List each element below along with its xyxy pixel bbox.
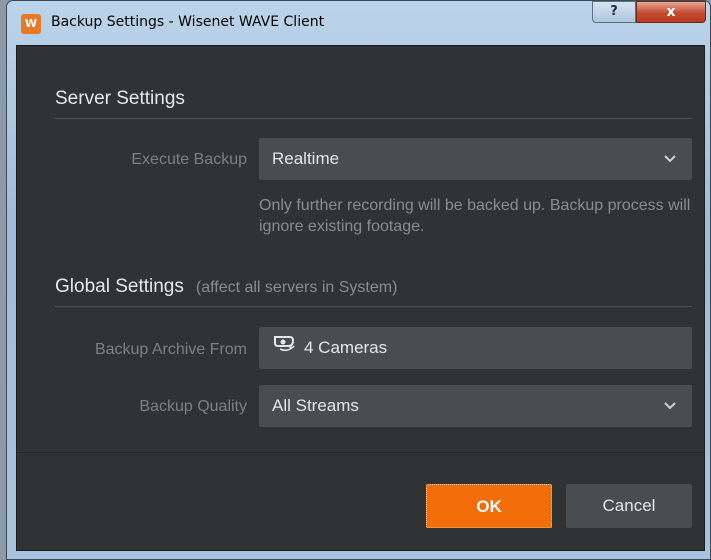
execute-backup-hint: Only further recording will be backed up… [259, 197, 691, 235]
execute-backup-dropdown[interactable]: Realtime [259, 138, 692, 180]
backup-quality-label: Backup Quality [139, 398, 247, 415]
footer-divider [17, 452, 704, 453]
divider [55, 306, 692, 307]
execute-backup-label: Execute Backup [131, 151, 247, 168]
global-settings-heading: Global Settings [55, 276, 184, 297]
backup-archive-from-value: 4 Cameras [304, 338, 388, 357]
dialog-body: Server Settings Execute Backup Realtime … [16, 45, 705, 551]
backup-quality-dropdown[interactable]: All Streams [259, 385, 692, 427]
app-logo-icon: W [21, 14, 41, 34]
divider [55, 118, 692, 119]
server-settings-title: Server Settings [55, 88, 185, 109]
dialog-window: W Backup Settings - Wisenet WAVE Client … [6, 0, 711, 560]
chevron-down-icon [664, 385, 676, 427]
chevron-down-icon [664, 138, 676, 180]
camera-icon [272, 328, 296, 370]
help-button[interactable]: ? [592, 1, 636, 23]
close-button[interactable]: x [636, 1, 706, 23]
global-settings-subtitle: (affect all servers in System) [195, 279, 398, 296]
title-bar[interactable]: W Backup Settings - Wisenet WAVE Client … [7, 1, 710, 45]
ok-button[interactable]: OK [426, 484, 552, 528]
backup-quality-value: All Streams [272, 396, 359, 415]
execute-backup-value: Realtime [272, 149, 340, 168]
global-settings-title: Global Settings (affect all servers in Sy… [55, 276, 397, 298]
window-title: Backup Settings - Wisenet WAVE Client [51, 14, 325, 30]
backup-archive-from-selector[interactable]: 4 Cameras [259, 327, 692, 369]
cancel-button[interactable]: Cancel [566, 484, 692, 528]
backup-archive-from-label: Backup Archive From [94, 341, 247, 358]
